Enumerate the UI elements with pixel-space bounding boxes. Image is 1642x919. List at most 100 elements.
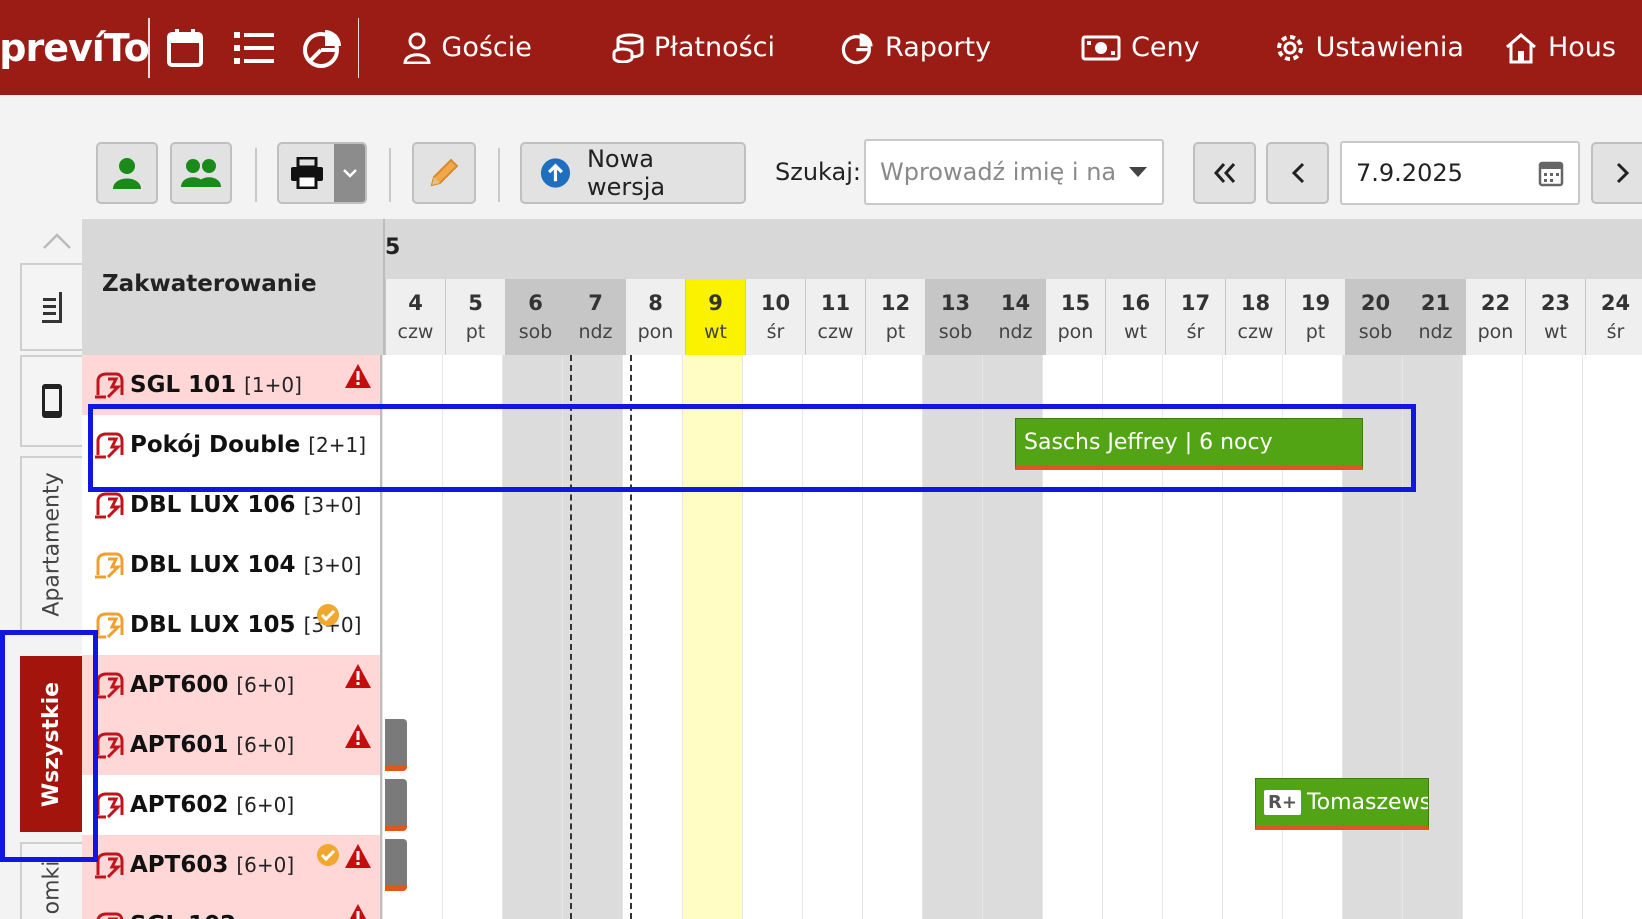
day-cell[interactable] <box>1342 895 1402 919</box>
day-cell[interactable] <box>982 595 1042 655</box>
day-cell[interactable] <box>1162 535 1222 595</box>
search-input[interactable]: Wprowadź imię i na <box>864 139 1164 205</box>
nav-item-housekeeping[interactable]: Hous <box>1490 18 1642 78</box>
day-cell[interactable] <box>742 895 802 919</box>
print-button[interactable] <box>277 142 367 204</box>
day-cell[interactable] <box>1222 535 1282 595</box>
day-cell[interactable] <box>502 835 562 895</box>
fast-back-button[interactable] <box>1193 142 1256 204</box>
day-cell[interactable] <box>1162 595 1222 655</box>
day-cell[interactable] <box>1342 715 1402 775</box>
day-cell[interactable] <box>1522 835 1582 895</box>
calendar-icon[interactable] <box>1538 159 1564 187</box>
day-cell[interactable] <box>742 715 802 775</box>
day-cell[interactable] <box>1402 595 1462 655</box>
day-cell[interactable] <box>802 655 862 715</box>
day-cell[interactable] <box>682 775 742 835</box>
day-cell[interactable] <box>1342 655 1402 715</box>
day-cell[interactable] <box>1042 655 1102 715</box>
day-column-header[interactable]: 20 sob <box>1345 279 1405 355</box>
day-cell[interactable] <box>1582 895 1642 919</box>
day-cell[interactable] <box>1102 535 1162 595</box>
side-tab-list[interactable] <box>20 263 82 351</box>
day-cell[interactable] <box>1582 595 1642 655</box>
day-cell[interactable] <box>1402 535 1462 595</box>
day-column-header[interactable]: 21 ndz <box>1405 279 1465 355</box>
day-cell[interactable] <box>382 895 442 919</box>
day-cell[interactable] <box>862 895 922 919</box>
back-button[interactable] <box>1266 142 1329 204</box>
day-cell[interactable] <box>1042 895 1102 919</box>
day-cell[interactable] <box>1522 775 1582 835</box>
day-column-header[interactable]: 22 pon <box>1465 279 1525 355</box>
day-column-header[interactable]: 17 śr <box>1165 279 1225 355</box>
day-cell[interactable] <box>502 895 562 919</box>
day-cell[interactable] <box>442 835 502 895</box>
day-cell[interactable] <box>1402 715 1462 775</box>
room-label[interactable]: APT601 [6+0] <box>82 715 382 775</box>
day-column-header[interactable]: 11 czw <box>805 279 865 355</box>
day-cell[interactable] <box>1342 835 1402 895</box>
booking-stub[interactable] <box>385 779 407 831</box>
day-cell[interactable] <box>742 535 802 595</box>
day-cell[interactable] <box>1042 595 1102 655</box>
day-cell[interactable] <box>1582 775 1642 835</box>
day-cell[interactable] <box>982 775 1042 835</box>
edit-button[interactable] <box>412 142 476 204</box>
day-cell[interactable] <box>982 895 1042 919</box>
booking-stub[interactable] <box>385 719 407 771</box>
day-cell[interactable] <box>1102 895 1162 919</box>
day-cell[interactable] <box>742 595 802 655</box>
new-version-button[interactable]: Nowa wersja <box>520 142 746 204</box>
day-column-header[interactable]: 9 wt <box>685 279 745 355</box>
day-cell[interactable] <box>922 775 982 835</box>
day-cell[interactable] <box>802 775 862 835</box>
day-cell[interactable] <box>682 895 742 919</box>
day-cell[interactable] <box>382 655 442 715</box>
day-cell[interactable] <box>1102 715 1162 775</box>
day-column-header[interactable]: 24 śr <box>1585 279 1642 355</box>
day-cell[interactable] <box>382 595 442 655</box>
day-cell[interactable] <box>1462 715 1522 775</box>
day-cell[interactable] <box>922 655 982 715</box>
day-cell[interactable] <box>982 835 1042 895</box>
day-cell[interactable] <box>982 655 1042 715</box>
day-cell[interactable] <box>1342 595 1402 655</box>
day-cell[interactable] <box>1582 835 1642 895</box>
day-cell[interactable] <box>442 715 502 775</box>
day-cell[interactable] <box>502 775 562 835</box>
side-tab-mobile[interactable] <box>20 355 82 447</box>
date-input[interactable]: 7.9.2025 <box>1340 141 1580 205</box>
room-label[interactable]: APT603 [6+0] <box>82 835 382 895</box>
nav-item-reports[interactable]: Raporty <box>815 18 1017 78</box>
day-cell[interactable] <box>442 895 502 919</box>
day-cell[interactable] <box>1522 655 1582 715</box>
room-label[interactable]: DBL LUX 105[3+0] <box>82 595 382 655</box>
day-cell[interactable] <box>1522 355 1582 415</box>
day-cell[interactable] <box>922 895 982 919</box>
day-cell[interactable] <box>1582 475 1642 535</box>
nav-item-payments[interactable]: Płatności <box>586 18 801 78</box>
day-column-header[interactable]: 18 czw <box>1225 279 1285 355</box>
day-cell[interactable] <box>1282 835 1342 895</box>
previo-logo[interactable]: prevíTo <box>0 17 150 78</box>
day-column-header[interactable]: 10 śr <box>745 279 805 355</box>
day-cell[interactable] <box>802 595 862 655</box>
day-cell[interactable] <box>1462 355 1522 415</box>
day-cell[interactable] <box>1222 835 1282 895</box>
day-column-header[interactable]: 8 pon <box>625 279 685 355</box>
day-cell[interactable] <box>442 655 502 715</box>
day-cell[interactable] <box>1462 775 1522 835</box>
day-cell[interactable] <box>802 715 862 775</box>
day-column-header[interactable]: 19 pt <box>1285 279 1345 355</box>
day-cell[interactable] <box>742 655 802 715</box>
day-cell[interactable] <box>1222 595 1282 655</box>
day-cell[interactable] <box>802 535 862 595</box>
group-guests-button[interactable] <box>170 142 232 204</box>
day-cell[interactable] <box>862 535 922 595</box>
day-cell[interactable] <box>1162 775 1222 835</box>
day-cell[interactable] <box>862 595 922 655</box>
day-cell[interactable] <box>1042 835 1102 895</box>
day-cell[interactable] <box>1582 355 1642 415</box>
day-cell[interactable] <box>682 535 742 595</box>
